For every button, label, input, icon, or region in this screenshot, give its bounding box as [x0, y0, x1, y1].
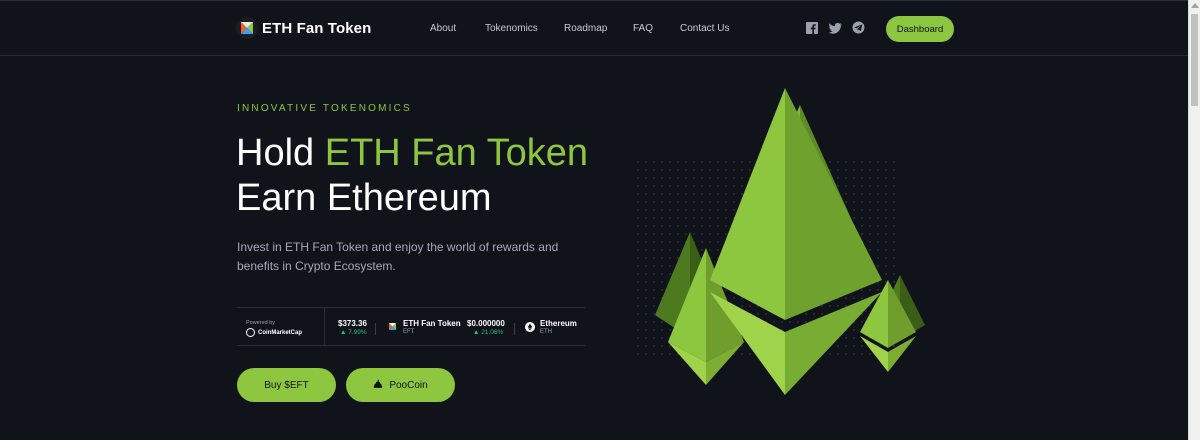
scroll-up-arrow-icon[interactable] [1191, 3, 1199, 8]
twitter-icon[interactable] [828, 21, 842, 39]
ticker-separator [375, 323, 376, 335]
eth-fan-token-icon [389, 323, 396, 330]
ethereum-icon [525, 322, 535, 332]
nav-about[interactable]: About [430, 23, 456, 34]
ticker-token-name: Ethereum [540, 319, 577, 328]
ticker-change-value: 21.06% [481, 329, 504, 336]
poop-icon [373, 379, 383, 391]
up-arrow-icon: ▲ [340, 329, 349, 336]
ticker-token-symbol: ETH [540, 329, 552, 335]
ticker-change-value: 7.99% [348, 329, 367, 336]
ticker-powered-by: Powered by [246, 320, 276, 326]
hero-title: Hold ETH Fan Token Earn Ethereum [236, 131, 588, 221]
buy-eft-button[interactable]: Buy $EFT [237, 368, 336, 402]
coinmarketcap-icon [246, 328, 255, 337]
brand-logo-icon [236, 17, 258, 39]
ticker-price: $373.36 [338, 319, 367, 328]
ticker-change: ▲ 21.06% [473, 329, 503, 336]
facebook-icon[interactable] [806, 21, 818, 39]
poocoin-label: PooCoin [389, 379, 428, 391]
hero-eyebrow: INNOVATIVE TOKENOMICS [237, 103, 412, 114]
coinmarketcap-link[interactable]: CoinMarketCap [246, 328, 302, 337]
ticker-price: $0.000000 [467, 319, 505, 328]
hero-title-accent: ETH Fan Token [324, 132, 589, 174]
scroll-thumb[interactable] [1191, 14, 1198, 106]
brand-logo[interactable]: ETH Fan Token [236, 17, 371, 39]
telegram-icon[interactable] [852, 21, 865, 39]
ticker-token-name: ETH Fan Token [403, 319, 461, 328]
price-ticker: Powered by CoinMarketCap $373.36 ▲ 7.99%… [237, 307, 585, 346]
dashboard-button[interactable]: Dashboard [886, 16, 954, 42]
nav-tokenomics[interactable]: Tokenomics [485, 23, 538, 34]
ticker-token-symbol: EFT [403, 329, 415, 335]
nav-faq[interactable]: FAQ [633, 23, 653, 34]
ticker-change: ▲ 7.99% [340, 329, 367, 336]
up-arrow-icon: ▲ [473, 329, 482, 336]
ticker-separator [514, 323, 515, 335]
ticker-divider [324, 308, 325, 345]
nav-contact-us[interactable]: Contact Us [680, 23, 729, 34]
hero-title-line2: Earn Ethereum [236, 177, 492, 219]
poocoin-button[interactable]: PooCoin [346, 368, 455, 402]
ethereum-crystals-illustration [635, 88, 925, 395]
site-header: ETH Fan Token About Tokenomics Roadmap F… [0, 1, 1188, 56]
brand-name: ETH Fan Token [262, 19, 372, 37]
hero-title-prefix: Hold [236, 132, 325, 174]
ticker-provider: CoinMarketCap [258, 329, 303, 336]
nav-roadmap[interactable]: Roadmap [564, 23, 607, 34]
hero-description: Invest in ETH Fan Token and enjoy the wo… [237, 240, 559, 273]
page-scrollbar[interactable] [1188, 0, 1200, 440]
